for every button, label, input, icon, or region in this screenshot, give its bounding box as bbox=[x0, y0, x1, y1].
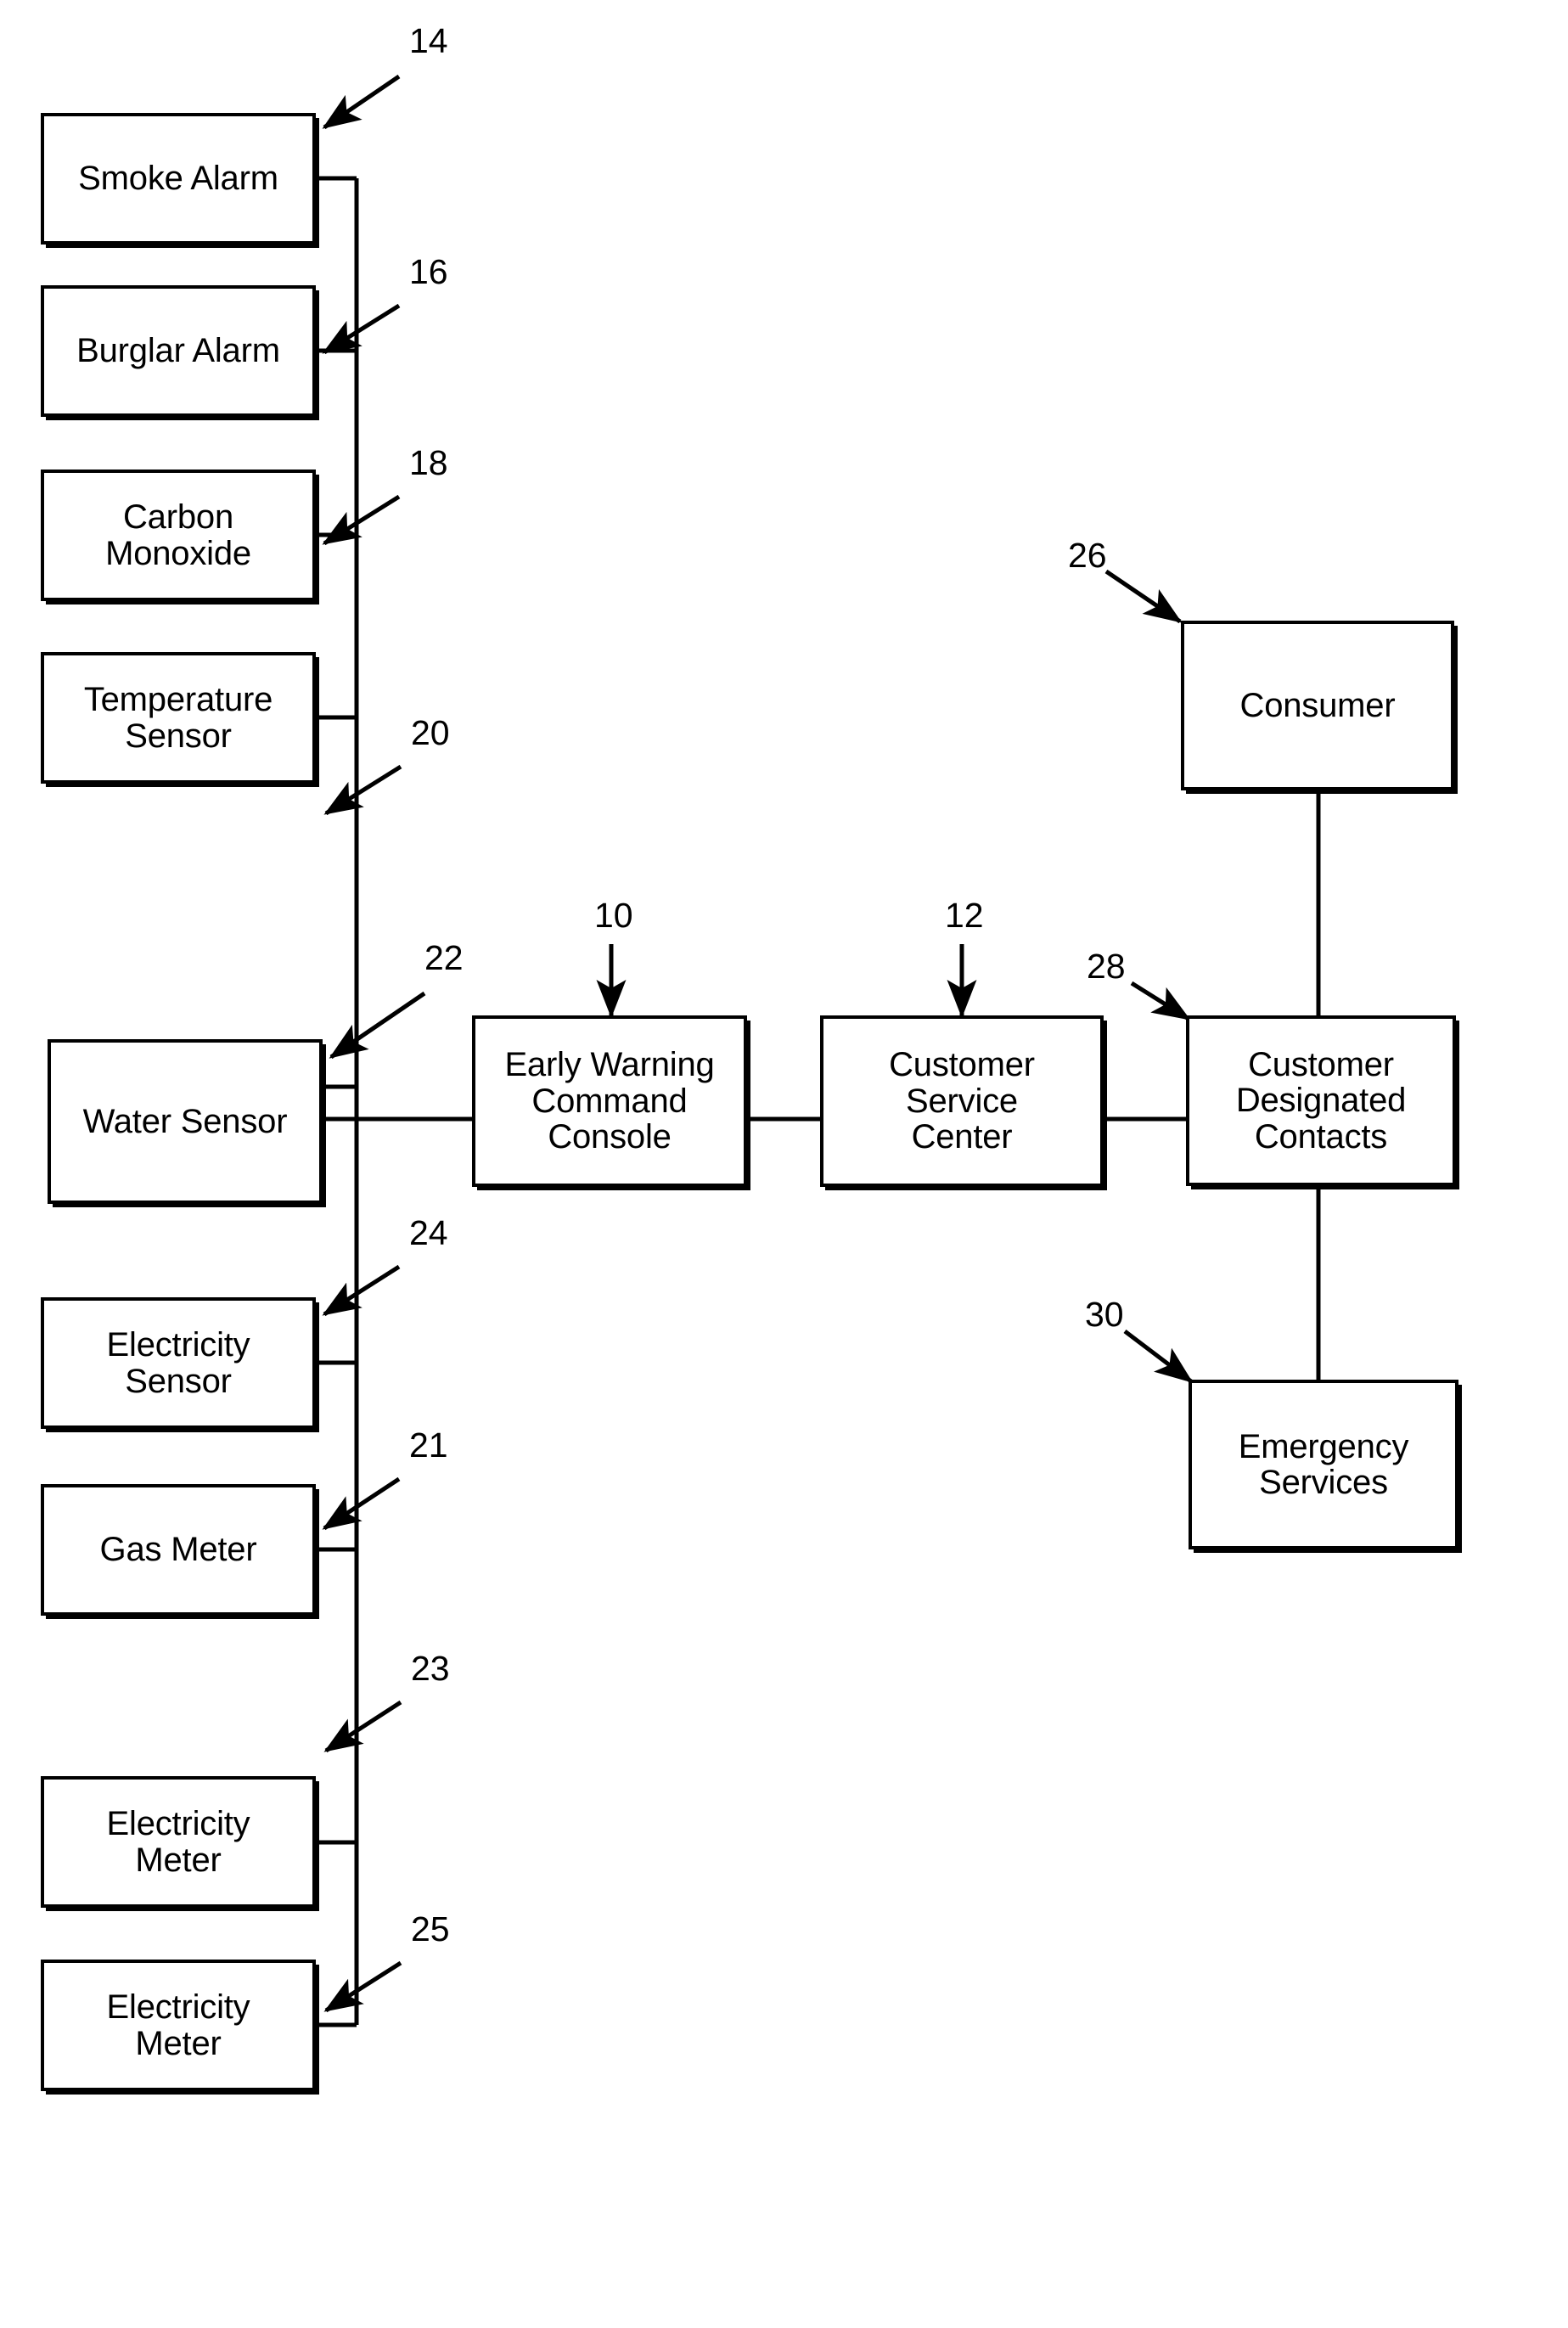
reference-numeral-12: 12 bbox=[945, 896, 984, 935]
node-gas-meter[interactable]: Gas Meter bbox=[41, 1484, 316, 1616]
reference-numeral-28: 28 bbox=[1087, 947, 1126, 986]
node-early-warning-command-console[interactable]: Early Warning Command Console bbox=[472, 1015, 747, 1187]
node-label: Electricity Sensor bbox=[106, 1326, 250, 1400]
reference-numeral-16: 16 bbox=[409, 252, 448, 291]
node-label: Water Sensor bbox=[82, 1102, 288, 1140]
node-label: Customer Designated Contacts bbox=[1235, 1045, 1407, 1156]
node-label: Consumer bbox=[1239, 686, 1396, 724]
node-water-sensor[interactable]: Water Sensor bbox=[48, 1039, 323, 1204]
patent-figure: Smoke Alarm Burglar Alarm Carbon Monoxid… bbox=[0, 0, 1568, 2328]
node-electricity-meter-2[interactable]: Electricity Meter bbox=[41, 1960, 316, 2091]
reference-numeral-21: 21 bbox=[409, 1425, 448, 1465]
node-label: Temperature Sensor bbox=[83, 681, 273, 755]
reference-numeral-20: 20 bbox=[411, 713, 450, 752]
node-label: Carbon Monoxide bbox=[105, 498, 251, 572]
node-burglar-alarm[interactable]: Burglar Alarm bbox=[41, 285, 316, 417]
node-carbon-monoxide[interactable]: Carbon Monoxide bbox=[41, 470, 316, 601]
node-label: Electricity Meter bbox=[106, 1805, 250, 1879]
node-label: Customer Service Center bbox=[889, 1046, 1035, 1156]
node-smoke-alarm[interactable]: Smoke Alarm bbox=[41, 113, 316, 245]
reference-numeral-14: 14 bbox=[409, 21, 448, 60]
reference-numeral-25: 25 bbox=[411, 1909, 450, 1948]
reference-numeral-26: 26 bbox=[1068, 536, 1107, 575]
reference-numeral-23: 23 bbox=[411, 1649, 450, 1688]
node-electricity-meter-1[interactable]: Electricity Meter bbox=[41, 1776, 316, 1908]
node-customer-designated-contacts[interactable]: Customer Designated Contacts bbox=[1186, 1015, 1456, 1186]
node-label: Burglar Alarm bbox=[76, 332, 280, 370]
node-customer-service-center[interactable]: Customer Service Center bbox=[820, 1015, 1104, 1187]
node-temperature-sensor[interactable]: Temperature Sensor bbox=[41, 652, 316, 784]
reference-numeral-18: 18 bbox=[409, 443, 448, 482]
node-label: Electricity Meter bbox=[106, 1988, 250, 2062]
node-label: Emergency Services bbox=[1238, 1427, 1409, 1501]
reference-numeral-24: 24 bbox=[409, 1213, 448, 1252]
node-label: Early Warning Command Console bbox=[504, 1046, 715, 1156]
reference-numeral-10: 10 bbox=[594, 896, 633, 935]
reference-numeral-22: 22 bbox=[424, 938, 464, 977]
node-emergency-services[interactable]: Emergency Services bbox=[1189, 1380, 1458, 1549]
reference-numeral-30: 30 bbox=[1085, 1295, 1124, 1334]
node-label: Gas Meter bbox=[99, 1531, 257, 1569]
node-label: Smoke Alarm bbox=[78, 160, 278, 198]
node-electricity-sensor[interactable]: Electricity Sensor bbox=[41, 1297, 316, 1429]
node-consumer[interactable]: Consumer bbox=[1181, 621, 1454, 790]
